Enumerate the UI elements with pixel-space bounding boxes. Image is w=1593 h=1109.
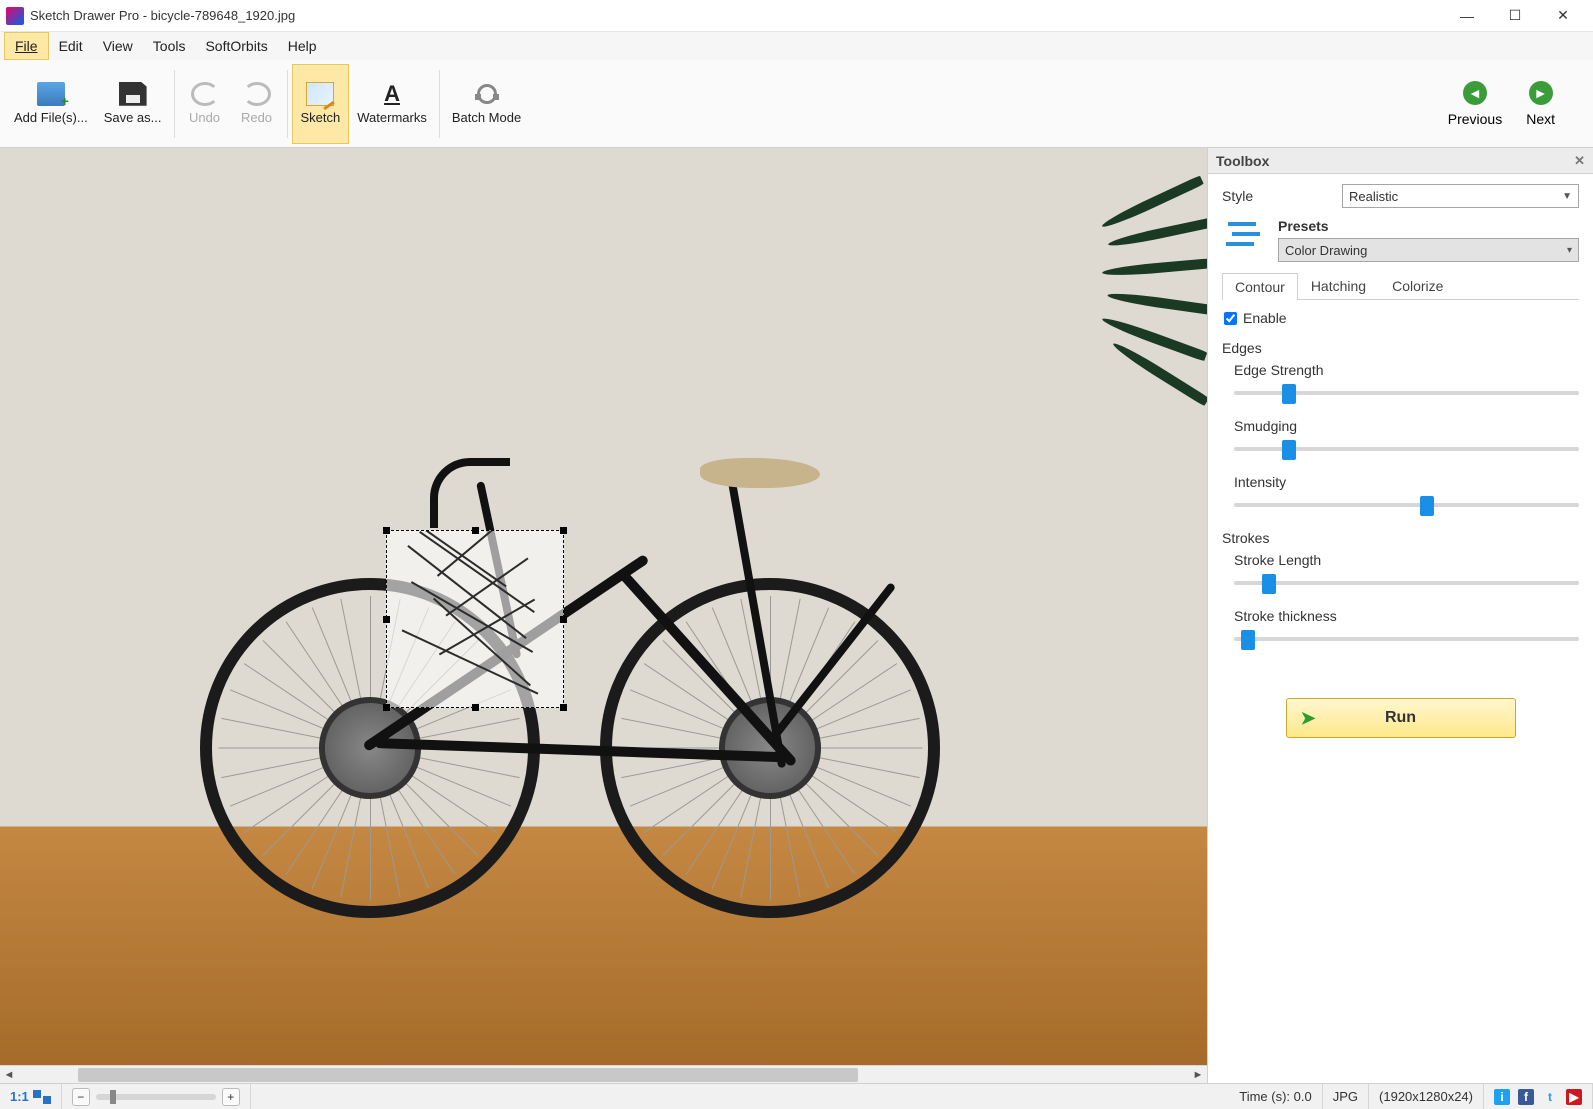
arrow-left-icon: ◄: [1463, 81, 1487, 105]
menu-file[interactable]: File: [4, 32, 49, 60]
menu-softorbits[interactable]: SoftOrbits: [195, 32, 277, 60]
strokes-section-label: Strokes: [1222, 530, 1579, 546]
presets-select[interactable]: Color Drawing▾: [1278, 238, 1579, 262]
chevron-down-icon: ▼: [1562, 191, 1572, 202]
presets-label: Presets: [1278, 218, 1579, 234]
horizontal-scrollbar[interactable]: ◄ ►: [0, 1065, 1207, 1083]
toolbox-tabs: Contour Hatching Colorize: [1222, 272, 1579, 300]
menubar: File Edit View Tools SoftOrbits Help: [0, 32, 1593, 60]
menu-tools[interactable]: Tools: [143, 32, 196, 60]
zoom-in-button[interactable]: +: [222, 1088, 240, 1106]
play-icon: ➤: [1301, 708, 1316, 729]
tab-colorize[interactable]: Colorize: [1379, 272, 1456, 299]
status-time: Time (s): 0.0: [1229, 1084, 1322, 1109]
app-icon: [6, 7, 24, 25]
photo-background: [0, 148, 1207, 1065]
edge-strength-label: Edge Strength: [1234, 362, 1579, 378]
menu-help[interactable]: Help: [278, 32, 327, 60]
intensity-label: Intensity: [1234, 474, 1579, 490]
close-button[interactable]: ✕: [1539, 0, 1587, 32]
plant-decor: [1017, 168, 1207, 428]
canvas-view[interactable]: [0, 148, 1207, 1065]
chevron-down-icon: ▾: [1567, 245, 1572, 256]
sketch-preview: [387, 531, 563, 707]
edges-section-label: Edges: [1222, 340, 1579, 356]
zoom-ratio[interactable]: 1:1: [10, 1089, 29, 1104]
smudging-label: Smudging: [1234, 418, 1579, 434]
enable-checkbox[interactable]: [1224, 312, 1237, 325]
twitter-icon[interactable]: t: [1542, 1089, 1558, 1105]
next-button[interactable]: ►Next: [1514, 77, 1567, 131]
minimize-button[interactable]: —: [1443, 0, 1491, 32]
tab-contour[interactable]: Contour: [1222, 273, 1298, 300]
scrollbar-thumb[interactable]: [78, 1068, 858, 1082]
style-select[interactable]: Realistic▼: [1342, 184, 1579, 208]
status-dimensions: (1920x1280x24): [1369, 1084, 1484, 1109]
style-label: Style: [1222, 188, 1342, 204]
stroke-thickness-slider[interactable]: [1234, 628, 1579, 650]
smudging-slider[interactable]: [1234, 438, 1579, 460]
menu-edit[interactable]: Edit: [49, 32, 93, 60]
enable-label: Enable: [1243, 310, 1287, 326]
maximize-button[interactable]: ☐: [1491, 0, 1539, 32]
canvas-area: ◄ ►: [0, 148, 1207, 1083]
youtube-icon[interactable]: ▶: [1566, 1089, 1582, 1105]
scroll-left-icon[interactable]: ◄: [0, 1066, 18, 1084]
toolbar: Add File(s)... Save as... Undo Redo Sket…: [0, 60, 1593, 148]
info-icon[interactable]: i: [1494, 1089, 1510, 1105]
status-format: JPG: [1323, 1084, 1369, 1109]
watermarks-button[interactable]: AWatermarks: [349, 64, 435, 144]
selection-box[interactable]: [386, 530, 564, 708]
toolbox-close-icon[interactable]: ✕: [1574, 153, 1585, 169]
toolbox-header: Toolbox ✕: [1208, 148, 1593, 174]
presets-icon: [1222, 218, 1268, 252]
scroll-right-icon[interactable]: ►: [1189, 1066, 1207, 1084]
stroke-length-slider[interactable]: [1234, 572, 1579, 594]
run-button[interactable]: ➤ Run: [1286, 698, 1516, 738]
facebook-icon[interactable]: f: [1518, 1089, 1534, 1105]
add-files-button[interactable]: Add File(s)...: [6, 64, 96, 144]
stroke-thickness-label: Stroke thickness: [1234, 608, 1579, 624]
previous-button[interactable]: ◄Previous: [1436, 77, 1514, 131]
bike-saddle: [700, 458, 820, 488]
bike-handle: [430, 458, 510, 528]
toolbox-panel: Toolbox ✕ Style Realistic▼ Presets Color…: [1207, 148, 1593, 1083]
redo-button[interactable]: Redo: [231, 64, 283, 144]
window-title: Sketch Drawer Pro - bicycle-789648_1920.…: [30, 8, 295, 23]
intensity-slider[interactable]: [1234, 494, 1579, 516]
arrow-right-icon: ►: [1529, 81, 1553, 105]
titlebar: Sketch Drawer Pro - bicycle-789648_1920.…: [0, 0, 1593, 32]
zoom-out-button[interactable]: −: [72, 1088, 90, 1106]
batch-mode-button[interactable]: Batch Mode: [444, 64, 529, 144]
menu-view[interactable]: View: [93, 32, 143, 60]
fit-screen-icon[interactable]: [33, 1090, 51, 1104]
save-as-button[interactable]: Save as...: [96, 64, 170, 144]
sketch-button[interactable]: Sketch: [292, 64, 350, 144]
undo-button[interactable]: Undo: [179, 64, 231, 144]
zoom-slider[interactable]: [96, 1094, 216, 1100]
stroke-length-label: Stroke Length: [1234, 552, 1579, 568]
edge-strength-slider[interactable]: [1234, 382, 1579, 404]
statusbar: 1:1 − + Time (s): 0.0 JPG (1920x1280x24)…: [0, 1083, 1593, 1109]
tab-hatching[interactable]: Hatching: [1298, 272, 1379, 299]
